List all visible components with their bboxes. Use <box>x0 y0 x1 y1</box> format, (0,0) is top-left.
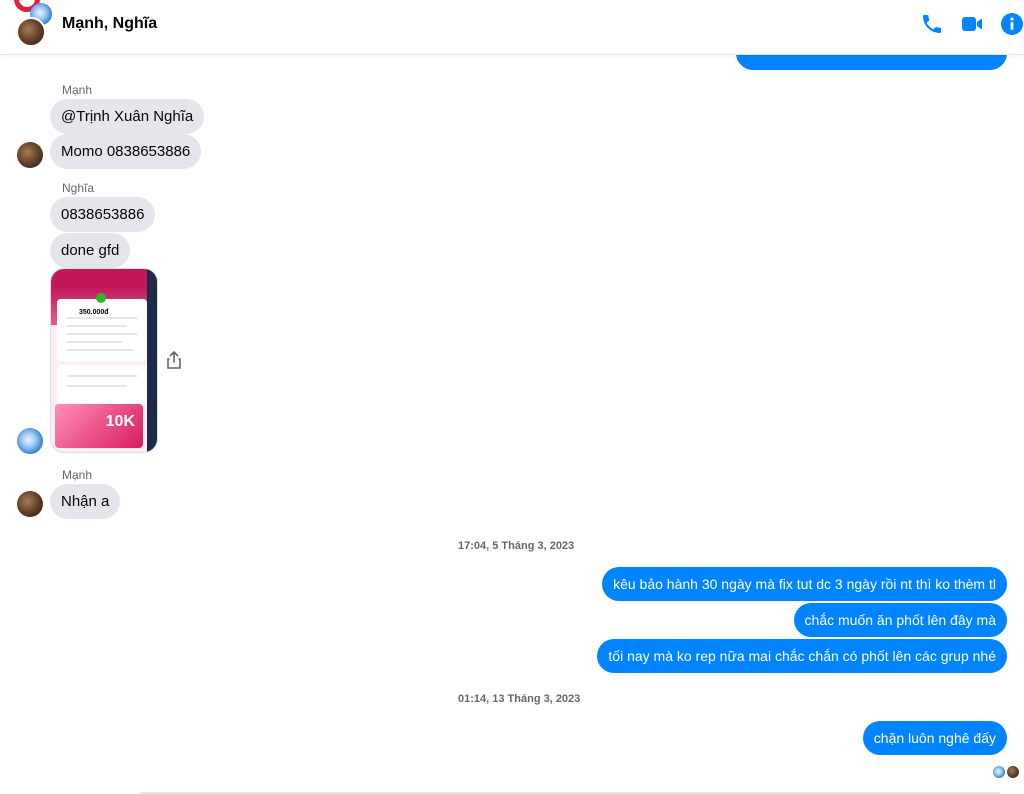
banner-text: 10K <box>105 413 135 430</box>
timestamp: 17:04, 5 Tháng 3, 2023 <box>458 540 575 552</box>
attachment-promo-banner: 10K <box>55 404 143 448</box>
info-icon[interactable] <box>1000 12 1024 36</box>
check-icon <box>96 293 106 303</box>
group-avatar[interactable] <box>16 17 46 47</box>
sender-name: Mạnh <box>62 468 93 482</box>
sender-avatar[interactable] <box>17 428 43 454</box>
read-receipt-avatar <box>993 766 1005 778</box>
timestamp: 01:14, 13 Tháng 3, 2023 <box>458 693 581 705</box>
sender-name: Nghĩa <box>62 181 95 195</box>
sender-avatar[interactable] <box>17 142 43 168</box>
incoming-message[interactable]: 0838653886 <box>50 197 156 232</box>
video-camera-icon[interactable] <box>960 12 984 36</box>
outgoing-message[interactable]: chặn luôn nghê đấy <box>862 721 1007 755</box>
phone-icon[interactable] <box>920 12 944 36</box>
image-attachment[interactable]: 350.000đ 10K <box>50 268 158 453</box>
attachment-details-card <box>57 365 147 405</box>
attachment-amount: 350.000đ <box>79 309 109 316</box>
sender-avatar[interactable] <box>17 491 43 517</box>
read-receipt-avatar <box>1007 766 1019 778</box>
conversation-header: Mạnh, Nghĩa <box>0 0 1024 55</box>
incoming-message[interactable]: done gfd <box>50 233 131 268</box>
incoming-message[interactable]: Momo 0838653886 <box>50 134 202 169</box>
incoming-message[interactable]: @Trịnh Xuân Nghĩa <box>50 99 205 134</box>
outgoing-message[interactable]: chắc muốn ăn phốt lên đây mà <box>793 603 1007 637</box>
outgoing-message[interactable]: kêu bảo hành 30 ngày mà fix tut dc 3 ngà… <box>602 567 1007 601</box>
attachment-sidebar <box>147 269 157 452</box>
share-icon[interactable] <box>166 351 182 369</box>
sender-name: Mạnh <box>62 83 93 97</box>
conversation-title[interactable]: Mạnh, Nghĩa <box>62 15 157 33</box>
incoming-message[interactable]: Nhận a <box>50 484 121 519</box>
outgoing-message[interactable]: tối nay mà ko rep nữa mai chắc chắn có p… <box>597 639 1007 673</box>
attachment-statusbar <box>51 269 157 287</box>
